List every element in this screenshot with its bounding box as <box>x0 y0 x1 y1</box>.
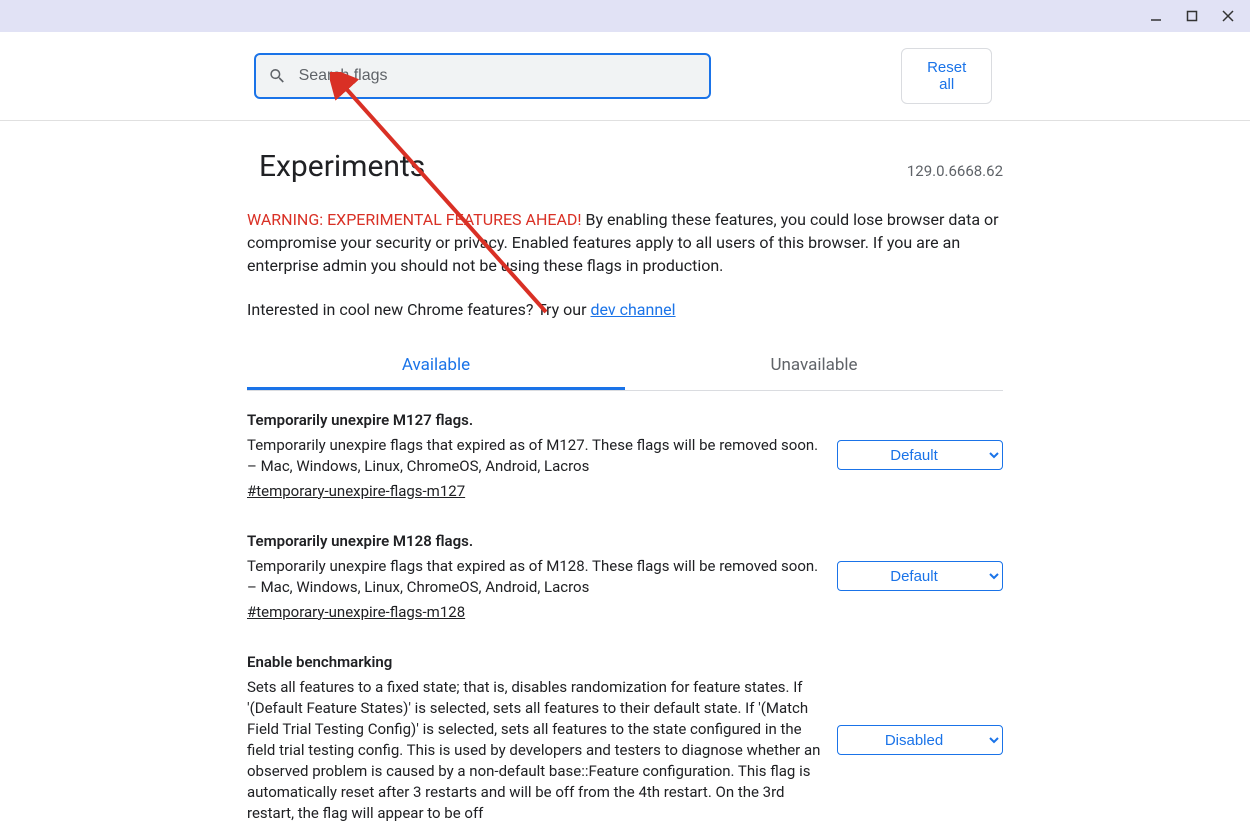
flag-item: Enable benchmarking Sets all features to… <box>247 653 1003 828</box>
header-row: Experiments 129.0.6668.62 <box>247 149 1003 184</box>
top-bar: Reset all <box>0 32 1250 121</box>
flag-select[interactable]: Disabled <box>837 725 1003 755</box>
warning-text: WARNING: EXPERIMENTAL FEATURES AHEAD! By… <box>247 208 1003 278</box>
search-icon <box>268 66 287 86</box>
flags-list: Temporarily unexpire M127 flags. Tempora… <box>247 391 1003 828</box>
flag-title: Temporarily unexpire M128 flags. <box>247 532 821 550</box>
version-label: 129.0.6668.62 <box>907 162 1003 180</box>
close-icon <box>1222 10 1234 22</box>
tab-available[interactable]: Available <box>247 343 625 390</box>
main-content: Reset all Experiments 129.0.6668.62 WARN… <box>0 32 1250 828</box>
window-titlebar <box>0 0 1250 32</box>
flag-text: Enable benchmarking Sets all features to… <box>247 653 821 828</box>
maximize-button[interactable] <box>1178 2 1206 30</box>
reset-all-button[interactable]: Reset all <box>901 48 992 104</box>
interested-text: Interested in cool new Chrome features? … <box>247 300 1003 319</box>
page-title: Experiments <box>259 149 425 184</box>
flag-title: Enable benchmarking <box>247 653 821 671</box>
dev-channel-link[interactable]: dev channel <box>590 300 675 319</box>
content-area: Experiments 129.0.6668.62 WARNING: EXPER… <box>247 121 1003 828</box>
flag-select[interactable]: Default <box>837 440 1003 470</box>
flag-select[interactable]: Default <box>837 561 1003 591</box>
minimize-button[interactable] <box>1142 2 1170 30</box>
search-input[interactable] <box>299 67 698 85</box>
interested-prefix: Interested in cool new Chrome features? … <box>247 300 590 319</box>
flag-item: Temporarily unexpire M128 flags. Tempora… <box>247 532 1003 621</box>
close-button[interactable] <box>1214 2 1242 30</box>
minimize-icon <box>1150 10 1162 22</box>
tabs: Available Unavailable <box>247 343 1003 391</box>
flag-text: Temporarily unexpire M127 flags. Tempora… <box>247 411 821 500</box>
flag-description: Sets all features to a fixed state; that… <box>247 677 821 824</box>
flag-hash-link[interactable]: #temporary-unexpire-flags-m127 <box>247 482 465 500</box>
tab-unavailable[interactable]: Unavailable <box>625 343 1003 390</box>
flag-description: Temporarily unexpire flags that expired … <box>247 556 821 598</box>
flag-text: Temporarily unexpire M128 flags. Tempora… <box>247 532 821 621</box>
flag-description: Temporarily unexpire flags that expired … <box>247 435 821 477</box>
maximize-icon <box>1186 10 1198 22</box>
flag-hash-link[interactable]: #temporary-unexpire-flags-m128 <box>247 603 465 621</box>
search-container[interactable] <box>254 53 711 99</box>
warning-prefix: WARNING: EXPERIMENTAL FEATURES AHEAD! <box>247 210 582 229</box>
flag-item: Temporarily unexpire M127 flags. Tempora… <box>247 411 1003 500</box>
flag-title: Temporarily unexpire M127 flags. <box>247 411 821 429</box>
